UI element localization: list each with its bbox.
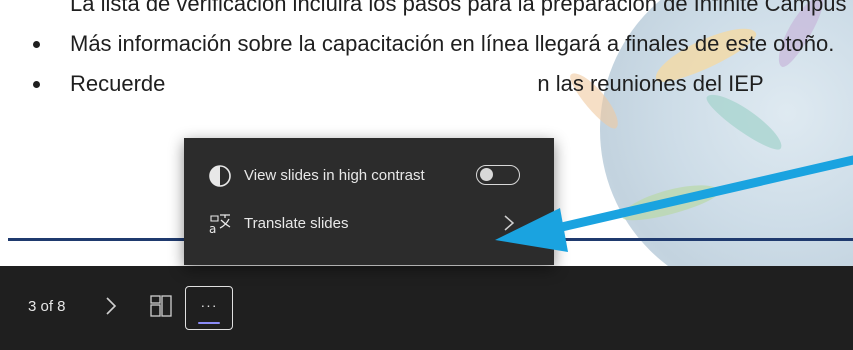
menu-item-label: Translate slides: [244, 215, 349, 232]
slide-grid-icon[interactable]: [150, 295, 172, 317]
toggle-knob: [480, 168, 493, 181]
chevron-right-icon: [502, 210, 516, 236]
high-contrast-toggle[interactable]: [476, 165, 520, 185]
translate-icon: a: [208, 212, 232, 236]
ellipsis-icon: ···: [200, 297, 218, 313]
bullet-item: Recuerde n las reuniones del IEP: [30, 68, 850, 100]
chevron-right-icon[interactable]: [102, 292, 120, 320]
active-indicator: [198, 322, 220, 324]
bullet-text-left: Recuerde: [70, 71, 166, 96]
bullet-item: Más información sobre la capacitación en…: [30, 28, 850, 60]
contrast-icon: [208, 164, 232, 188]
bullet-list: La lista de verificación incluirá los pa…: [30, 0, 850, 108]
svg-text:a: a: [209, 222, 216, 236]
menu-item-translate[interactable]: a Translate slides: [184, 200, 554, 248]
slide-counter: 3 of 8: [28, 298, 66, 315]
more-options-menu: View slides in high contrast a Translate…: [184, 138, 554, 265]
bullet-item: La lista de verificación incluirá los pa…: [70, 0, 847, 16]
menu-item-high-contrast[interactable]: View slides in high contrast: [184, 152, 554, 200]
menu-item-label: View slides in high contrast: [244, 167, 425, 184]
more-options-button[interactable]: ···: [185, 286, 233, 330]
presentation-toolbar: 3 of 8 ···: [0, 266, 853, 350]
bullet-text-right: n las reuniones del IEP: [537, 71, 764, 96]
